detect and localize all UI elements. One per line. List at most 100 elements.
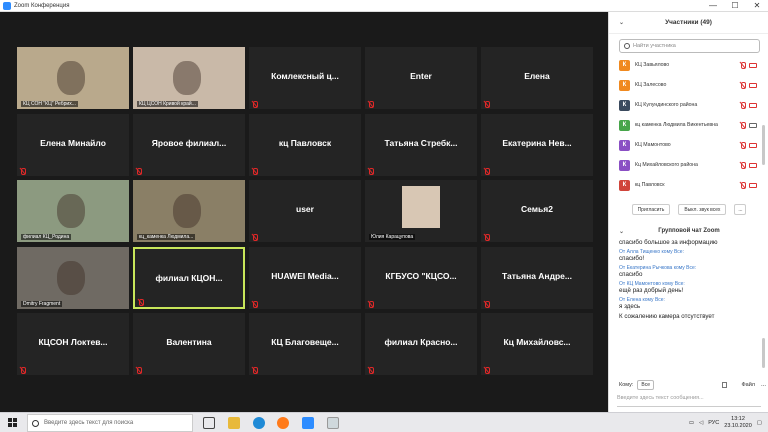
chevron-down-icon[interactable]: ⌄: [619, 19, 624, 26]
clock[interactable]: 13:12 23.10.2020: [724, 416, 752, 430]
paint-app-icon[interactable]: [327, 417, 339, 429]
network-icon[interactable]: ▭: [689, 420, 694, 426]
edge-browser-icon[interactable]: [253, 417, 265, 429]
video-off-icon: [749, 83, 757, 88]
windows-start-icon[interactable]: [8, 418, 18, 428]
participant-tile[interactable]: Екатерина Нев...: [481, 113, 593, 176]
participant-tile[interactable]: филиал Красно...: [365, 313, 477, 375]
taskbar-search-input[interactable]: Введите здесь текст для поиска: [27, 414, 193, 432]
participant-tile[interactable]: КЦСОН Локтев...: [17, 313, 129, 375]
chat-more-button[interactable]: ...: [761, 382, 766, 388]
more-options-button[interactable]: ...: [734, 204, 747, 215]
participant-tile[interactable]: Валентина: [133, 313, 245, 375]
participant-list-item[interactable]: Ккц Павловск: [609, 175, 761, 195]
avatar: К: [619, 119, 630, 131]
mic-muted-icon: [368, 367, 374, 374]
participant-tile[interactable]: Татьяна Андре...: [481, 246, 593, 309]
file-explorer-icon[interactable]: [228, 417, 240, 429]
chat-input[interactable]: Введите здесь текст сообщения...: [617, 395, 761, 401]
participant-list-item[interactable]: К КЦ Завьялово: [609, 55, 761, 75]
participant-tile[interactable]: Елена: [481, 47, 593, 109]
participant-list-item[interactable]: Ккц каменка Людмила Викентьевна: [609, 115, 761, 135]
maximize-button[interactable]: ☐: [724, 0, 746, 12]
participant-tile[interactable]: Татьяна Стребк...: [365, 113, 477, 176]
file-icon: [722, 382, 727, 388]
chat-message: От Елена кому Все: я здесь: [609, 296, 761, 312]
participant-tile[interactable]: Enter: [365, 47, 477, 109]
participant-video-label: филиал КЦ_Родина: [21, 234, 72, 240]
video-off-icon: [749, 143, 757, 148]
side-panel: ⌄ Участники (49) Найти участника К КЦ Зав…: [608, 12, 768, 412]
chat-scrollbar[interactable]: [761, 238, 766, 374]
participant-tile[interactable]: Елена Минайло: [17, 113, 129, 176]
participant-tile-name: Елена Минайло: [40, 137, 106, 148]
chat-message-text: спасибо большое за информацию: [619, 239, 718, 246]
participant-tile[interactable]: филиал КЦОН...: [133, 246, 245, 309]
chat-header: ⌄ Групповой чат Zoom: [609, 224, 768, 238]
participant-search-input[interactable]: Найти участника: [619, 39, 760, 53]
participant-list-item[interactable]: К КЦ Кулундинского района: [609, 95, 761, 115]
participant-list-item[interactable]: К КЦ Залесово: [609, 75, 761, 95]
title-bar: Zoom Конференция — ☐ ✕: [0, 0, 768, 12]
task-view-icon[interactable]: [203, 417, 215, 429]
participant-tile[interactable]: кц Павловск: [249, 113, 361, 176]
participant-video: [365, 180, 477, 242]
participant-tile[interactable]: Семья2: [481, 180, 593, 242]
close-button[interactable]: ✕: [746, 0, 768, 12]
chat-message: От Екатерина Рычкова кому Все: спасибо: [609, 264, 761, 280]
volume-icon[interactable]: ◁: [699, 420, 703, 426]
chat-title: Групповой чат Zoom: [658, 228, 720, 234]
participant-name: кц Павловск: [635, 182, 665, 188]
participant-video-label: Юлия Карацупова: [369, 234, 416, 240]
mic-muted-icon: [136, 167, 142, 175]
participant-tile[interactable]: КГБУСО "КЦСО...: [365, 246, 477, 309]
participant-tile[interactable]: КЦ ЦСОН Кривой край...: [133, 47, 245, 109]
mic-muted-icon: [484, 234, 490, 241]
chat-recipient-select[interactable]: Все: [637, 380, 655, 390]
clock-time: 13:12: [731, 416, 745, 422]
participant-tile-name: филиал КЦОН...: [155, 272, 223, 283]
mic-muted-icon: [484, 101, 490, 108]
avatar: К: [619, 139, 630, 151]
firefox-icon[interactable]: [277, 417, 289, 429]
participant-list-item[interactable]: К Кц Михайловского района: [609, 155, 761, 175]
file-button[interactable]: Файл: [741, 382, 755, 388]
participant-tile[interactable]: Dmitry Fragment: [17, 246, 129, 309]
participant-tile[interactable]: кц_каменка Людмила...: [133, 180, 245, 242]
avatar: К: [619, 159, 630, 171]
invite-button[interactable]: Пригласить: [631, 204, 671, 215]
participant-tile[interactable]: Юлия Карацупова: [365, 180, 477, 242]
participant-list-scrollbar[interactable]: [761, 55, 766, 197]
participant-name: Кц Михайловского района: [635, 162, 698, 168]
participant-tile-name: КЦСОН Локтев...: [38, 337, 108, 347]
participant-list-item[interactable]: К КЦ Мамонтово: [609, 135, 761, 155]
minimize-button[interactable]: —: [702, 0, 724, 12]
mic-muted-icon: [740, 122, 746, 129]
mic-muted-icon: [484, 167, 490, 175]
mic-muted-icon: [20, 367, 26, 374]
gallery-view: КЦ СОН "КЦ" Ребрих... КЦ ЦСОН Кривой край…: [17, 47, 594, 377]
participant-tile[interactable]: HUAWEI Media...: [249, 246, 361, 309]
participant-video-label: кц_каменка Людмила...: [137, 234, 196, 240]
participant-tile[interactable]: Яровое филиал...: [133, 113, 245, 176]
mic-muted-icon: [252, 367, 258, 374]
participant-tile[interactable]: филиал КЦ_Родина: [17, 180, 129, 242]
notifications-icon[interactable]: ▢: [757, 420, 762, 426]
participant-tile[interactable]: КЦ Благовеще...: [249, 313, 361, 375]
participant-tile[interactable]: Комлексный ц...: [249, 47, 361, 109]
chat-message-text: спасибо: [619, 271, 643, 278]
mic-muted-icon: [740, 62, 746, 69]
participant-name: КЦ Кулундинского района: [635, 102, 698, 108]
mute-all-button[interactable]: Выкл. звук всех: [678, 204, 727, 215]
video-on-icon: [749, 123, 757, 128]
zoom-taskbar-icon[interactable]: [302, 417, 314, 429]
taskbar: Введите здесь текст для поиска ▭ ◁ РУС 1…: [0, 412, 768, 432]
participant-tile[interactable]: user: [249, 180, 361, 242]
participant-tile[interactable]: Кц Михайловс...: [481, 313, 593, 375]
participant-video: [133, 180, 245, 242]
language-indicator[interactable]: РУС: [708, 420, 719, 426]
taskbar-search-placeholder: Введите здесь текст для поиска: [44, 420, 134, 426]
mic-muted-icon: [368, 167, 374, 175]
participant-tile[interactable]: КЦ СОН "КЦ" Ребрих...: [17, 47, 129, 109]
chevron-down-icon[interactable]: ⌄: [619, 228, 624, 235]
